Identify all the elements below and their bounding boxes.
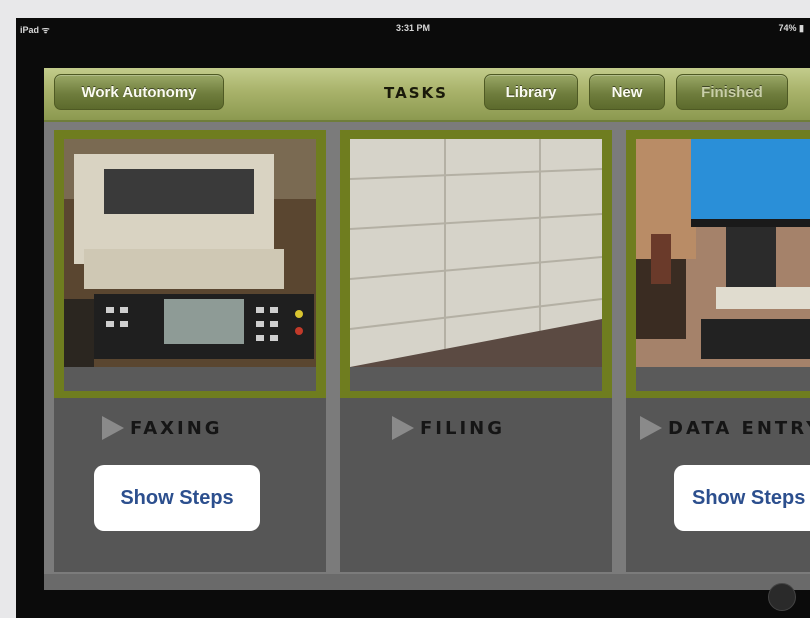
battery-label: 74% ▮ xyxy=(778,23,804,33)
photo-frame xyxy=(626,130,810,398)
library-button[interactable]: Library xyxy=(484,74,578,110)
task-card-data-entry[interactable]: DATA ENTRY Show Steps xyxy=(626,130,810,572)
show-steps-button[interactable]: Show Steps xyxy=(94,465,260,531)
work-autonomy-button[interactable]: Work Autonomy xyxy=(54,74,224,110)
status-bar: iPad ᯤ 3:31 PM 74% ▮ xyxy=(16,18,810,40)
task-carousel[interactable]: FAXING Show Steps FILING DATA ENTRY Show… xyxy=(44,122,810,574)
clock-label: 3:31 PM xyxy=(395,23,430,33)
finished-button[interactable]: Finished xyxy=(676,74,788,110)
photo-frame xyxy=(340,130,612,398)
ipad-screen: iPad ᯤ 3:31 PM 74% ▮ Work Autonomy TASKS… xyxy=(16,18,810,618)
show-steps-button[interactable]: Show Steps xyxy=(674,465,810,531)
fax-machine-photo[interactable] xyxy=(64,139,316,367)
play-icon[interactable] xyxy=(102,416,124,440)
task-card-faxing[interactable]: FAXING Show Steps xyxy=(54,130,326,572)
computer-desk-photo[interactable] xyxy=(636,139,810,367)
task-title-row: DATA ENTRY xyxy=(626,412,810,440)
photo-caption-strip xyxy=(350,367,602,391)
page-title: TASKS xyxy=(384,84,448,102)
play-icon[interactable] xyxy=(392,416,414,440)
assistive-touch-icon[interactable] xyxy=(768,583,796,611)
photo-frame xyxy=(54,130,326,398)
task-title: FILING xyxy=(420,418,505,439)
new-button[interactable]: New xyxy=(589,74,665,110)
task-card-filing[interactable]: FILING xyxy=(340,130,612,572)
task-title: DATA ENTRY xyxy=(668,418,810,439)
file-cabinet-photo[interactable] xyxy=(350,139,602,367)
photo-caption-strip xyxy=(64,367,316,391)
task-title-row: FILING xyxy=(340,412,612,440)
bottom-bar xyxy=(44,574,810,590)
photo-caption-strip xyxy=(636,367,810,391)
app-screen: Work Autonomy TASKS Library New Finished xyxy=(44,68,810,590)
navigation-bar: Work Autonomy TASKS Library New Finished xyxy=(44,68,810,122)
play-icon[interactable] xyxy=(640,416,662,440)
task-title: FAXING xyxy=(130,418,223,439)
task-title-row: FAXING xyxy=(54,412,326,440)
